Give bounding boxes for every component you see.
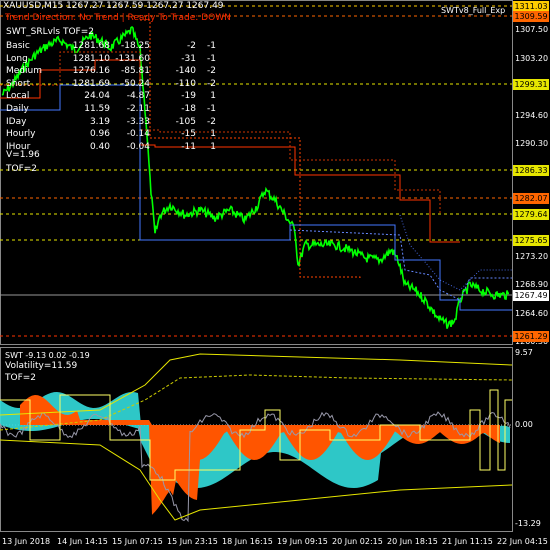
price-axis-label: 1294.60 — [515, 111, 549, 120]
levels-cell: -50.24 — [120, 78, 150, 89]
levels-cell: 1276.16 — [72, 66, 110, 77]
levels-cell: -2 — [207, 66, 216, 77]
levels-row: Hourly 0.96 -0.14 -15 1 — [6, 129, 216, 142]
tof-line: TOF=2 — [6, 164, 38, 174]
levels-row: Daily 11.59 -2.11 -18 -1 — [6, 104, 216, 117]
levels-cell: -18 — [181, 103, 196, 114]
levels-cell: -19 — [181, 91, 196, 102]
levels-cell: -105 — [175, 116, 196, 127]
time-axis-label: 21 Jun 11:15 — [442, 537, 493, 546]
volatility-label: Volatility=11.59 — [5, 361, 78, 371]
levels-cell: -1 — [207, 53, 216, 64]
oscillator-axis-label: 9.57 — [515, 348, 533, 357]
time-axis-label: 18 Jun 16:15 — [222, 537, 273, 546]
levels-cell: -0.14 — [126, 129, 150, 140]
levels-table: Basic 1281.68 -18.25 -2 -1 Long 1281.10 -131.60… — [6, 41, 216, 154]
price-axis-label: 1303.20 — [515, 54, 549, 63]
levels-cell: Basic — [6, 41, 30, 51]
oscillator-title: SWT -9.13 0.02 -0.19 — [5, 351, 90, 360]
levels-cell: -2 — [207, 78, 216, 89]
levels-cell: 24.04 — [84, 91, 110, 102]
levels-cell: IDay — [6, 116, 27, 127]
time-axis-label: 20 Jun 18:15 — [387, 537, 438, 546]
v-line: V=1.96 — [6, 150, 40, 160]
levels-cell: Daily — [6, 103, 29, 114]
levels-cell: Short — [6, 78, 31, 89]
price-tag: 1279.64 — [513, 209, 549, 220]
indicator-name: SWTv8_Full_Exp — [441, 6, 506, 15]
price-tag: 1286.33 — [513, 165, 549, 176]
price-axis-label: 1290.30 — [515, 139, 549, 148]
levels-row: Medium 1276.16 -85.81 -140 -2 — [6, 66, 216, 79]
levels-cell: -1 — [207, 41, 216, 51]
levels-cell: -18.25 — [120, 41, 150, 51]
levels-cell: -2 — [207, 116, 216, 127]
levels-cell: -110 — [175, 78, 196, 89]
levels-cell: -1 — [207, 103, 216, 114]
oscillator-layer — [0, 353, 513, 523]
levels-row: IDay 3.19 -3.33 -105 -2 — [6, 117, 216, 130]
levels-row: Local 24.04 -4.87 -19 1 — [6, 91, 216, 104]
levels-row: Short 1281.69 -50.24 -110 -2 — [6, 79, 216, 92]
levels-cell: 11.59 — [84, 103, 110, 114]
time-axis-label: 22 Jun 04:15 — [497, 537, 548, 546]
time-axis-label: 14 Jun 14:15 — [57, 537, 108, 546]
levels-cell: -15 — [181, 129, 196, 140]
trading-chart[interactable]: XAUUSD,M15 1267.27 1267.59 1267.27 1267.… — [0, 0, 550, 550]
price-tag: 1299.31 — [513, 79, 549, 90]
levels-cell: 1281.10 — [72, 53, 110, 64]
levels-row: Basic 1281.68 -18.25 -2 -1 — [6, 41, 216, 54]
levels-cell: Hourly — [6, 129, 36, 140]
price-tag: 1282.07 — [513, 193, 549, 204]
levels-cell: 1 — [210, 141, 216, 152]
levels-cell: Long — [6, 53, 28, 64]
levels-cell: 0.40 — [89, 141, 110, 152]
price-axis-label: 1273.20 — [515, 252, 549, 261]
oscillator-axis-label: 0.00 — [515, 420, 533, 429]
levels-cell: -140 — [175, 66, 196, 77]
levels-cell: -4.87 — [126, 91, 150, 102]
levels-cell: 1 — [210, 129, 216, 140]
price-axis-label: 1268.90 — [515, 280, 549, 289]
price-tag: 1267.49 — [513, 290, 549, 301]
srlvls-title: SWT_SRLvls TOF=2 — [6, 27, 94, 37]
levels-cell: Medium — [6, 66, 42, 77]
price-axis-label: 1264.60 — [515, 309, 549, 318]
levels-cell: -131.60 — [115, 53, 150, 64]
levels-cell: 3.19 — [89, 116, 110, 127]
price-tag: 1309.59 — [513, 11, 549, 22]
support-line-dotted — [399, 214, 512, 291]
price-tag: 1275.65 — [513, 235, 549, 246]
levels-cell: 1281.69 — [72, 78, 110, 89]
levels-cell: -2.11 — [126, 103, 150, 114]
price-axis-label: 1307.50 — [515, 25, 549, 34]
levels-cell: -85.81 — [120, 66, 150, 77]
levels-row: Long 1281.10 -131.60 -31 -1 — [6, 54, 216, 67]
oscillator-axis-label: -13.29 — [515, 519, 541, 528]
time-axis-label: 13 Jun 2018 — [2, 537, 51, 546]
trend-direction-line: Trend Direction: No Trend | Ready To Tra… — [5, 13, 231, 23]
oscillator-tof: TOF=2 — [5, 373, 37, 383]
levels-cell: 1 — [210, 91, 216, 102]
levels-cell: 1281.68 — [72, 41, 110, 51]
levels-cell: 0.96 — [89, 129, 110, 140]
levels-cell: -0.04 — [126, 141, 150, 152]
price-tag: 1261.29 — [513, 331, 549, 342]
time-axis-label: 20 Jun 02:15 — [332, 537, 383, 546]
symbol-line: XAUUSD,M15 1267.27 1267.59 1267.27 1267.… — [3, 1, 224, 11]
levels-cell: Local — [6, 91, 30, 102]
time-axis-label: 15 Jun 07:15 — [112, 537, 163, 546]
levels-cell: -11 — [181, 141, 196, 152]
time-axis-label: 19 Jun 09:15 — [277, 537, 328, 546]
levels-cell: -3.33 — [126, 116, 150, 127]
levels-cell: -31 — [181, 53, 196, 64]
levels-cell: -2 — [187, 41, 196, 51]
time-axis-label: 15 Jun 23:15 — [167, 537, 218, 546]
